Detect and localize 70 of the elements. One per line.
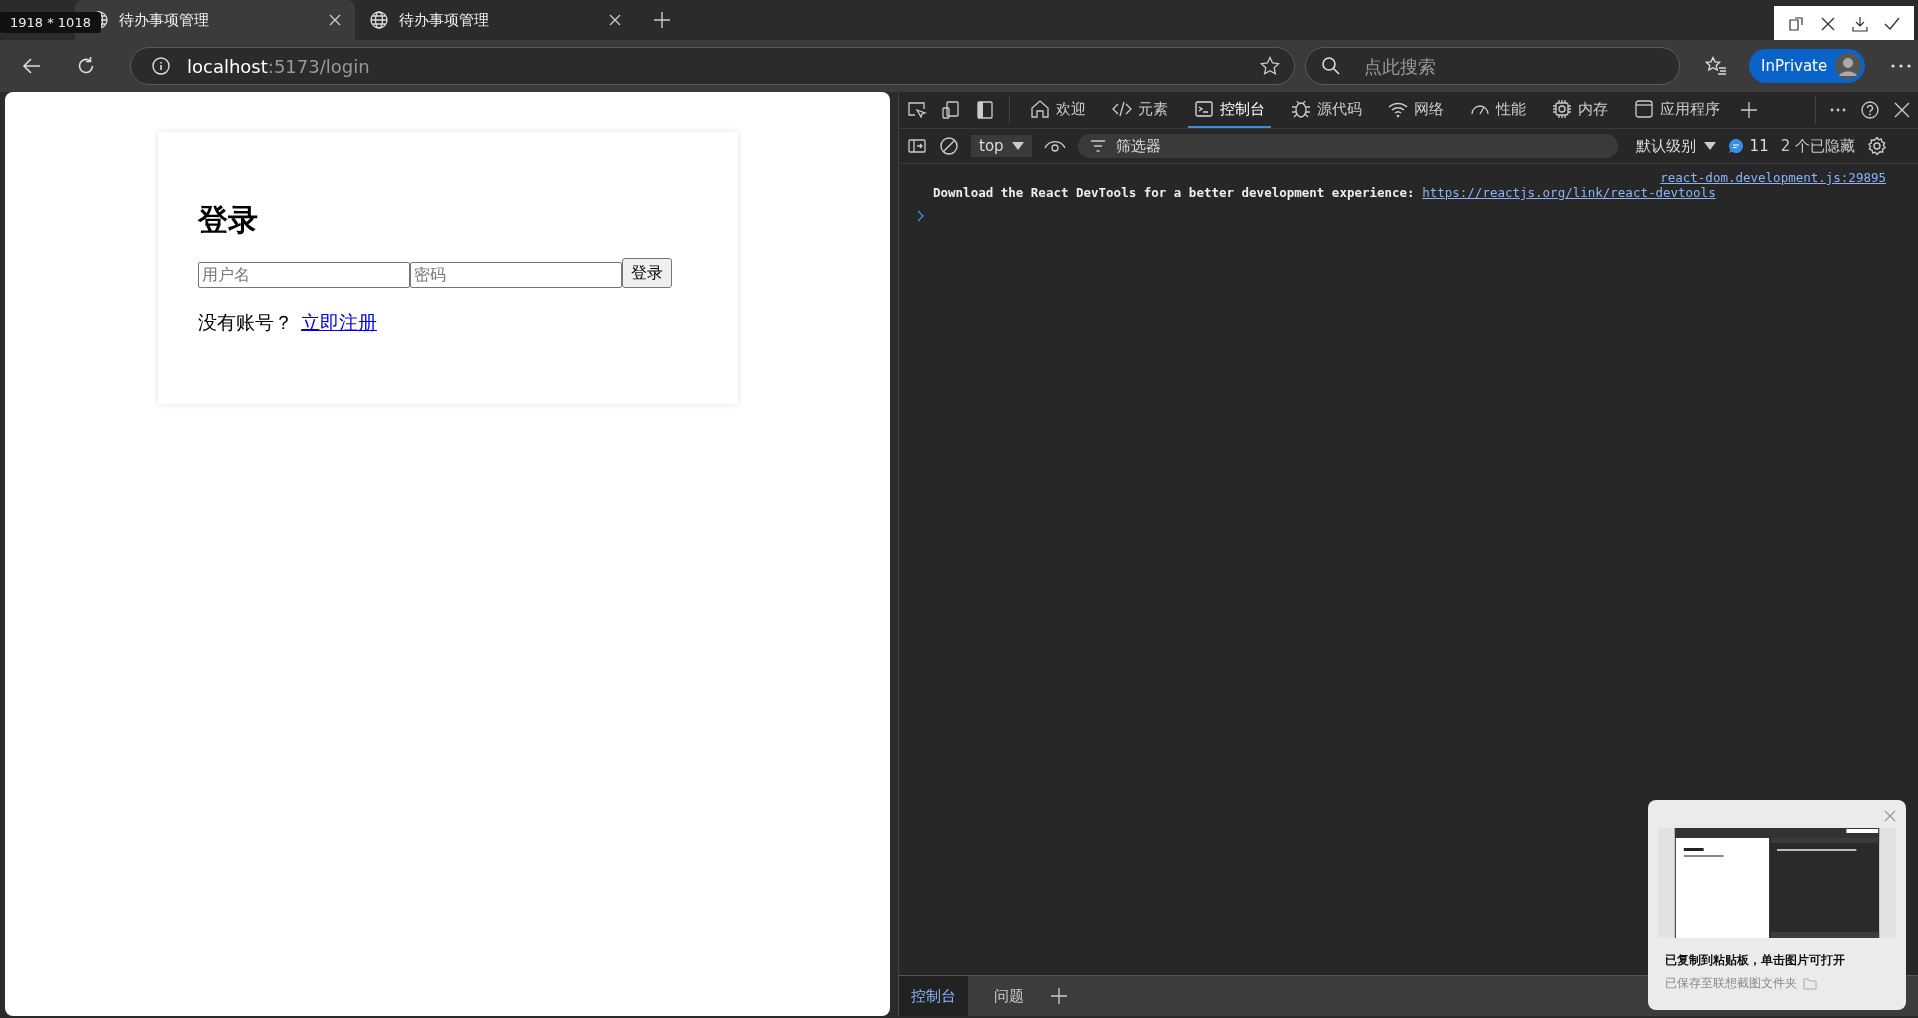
devtools-tab[interactable]: 网络 [1382,92,1450,128]
context-dropdown[interactable]: top [971,135,1032,157]
address-bar[interactable]: localhost:5173/login [130,47,1295,85]
add-tab-icon[interactable] [1050,987,1068,1005]
inprivate-button[interactable]: InPrivate [1749,49,1866,83]
chip-icon [1552,99,1572,119]
hidden-count: 2 个已隐藏 [1780,136,1855,156]
drawer-tab[interactable]: 问题 [982,976,1036,1016]
size-badge: 1918 * 1018 [0,12,101,33]
more-icon[interactable] [1830,108,1846,112]
back-icon[interactable] [22,56,42,76]
new-tab-icon[interactable] [653,11,671,29]
register-prompt: 没有账号？ [198,311,293,335]
inspect-icon[interactable] [907,100,927,120]
dock-icon[interactable] [975,100,995,120]
info-icon[interactable] [151,56,171,76]
search-field[interactable]: 点此搜索 [1305,47,1680,85]
filter-icon [1089,140,1106,152]
tab-title: 待办事项管理 [399,10,490,30]
toast-subtitle: 已保存至联想截图文件夹 [1665,975,1797,992]
message-icon [1727,138,1744,154]
login-button[interactable]: 登录 [622,258,672,288]
add-tab-icon[interactable] [1740,101,1758,119]
star-icon[interactable] [1260,56,1280,76]
devtools-tab[interactable]: 控制台 [1188,92,1271,128]
refresh-icon[interactable] [76,56,96,76]
globe-icon [369,10,389,30]
devtools-tab[interactable]: 源代码 [1285,92,1368,128]
close-icon[interactable] [1820,16,1836,32]
url-text: localhost:5173/login [187,55,371,77]
toast-title: 已复制到粘贴板，单击图片可打开 [1664,952,1846,969]
home-icon [1030,99,1050,119]
devtools-tab[interactable]: 应用程序 [1628,92,1726,128]
eye-icon[interactable] [1043,139,1066,153]
download-icon[interactable] [1852,16,1868,32]
favorites-icon[interactable] [1705,56,1727,76]
devtools-link[interactable]: https://reactjs.org/link/react-devtools [1422,185,1716,200]
prompt-chevron-icon[interactable] [917,210,925,222]
devtools-tab[interactable]: 元素 [1106,92,1174,128]
register-link[interactable]: 立即注册 [301,310,377,336]
caret-icon [1011,142,1024,150]
device-icon[interactable] [941,100,961,120]
browser-tab[interactable]: 待办事项管理 [355,0,635,40]
app-window-icon [1634,99,1654,119]
pin-icon[interactable] [1788,16,1804,32]
filter-field[interactable]: 筛选器 [1077,134,1618,158]
log-level-dropdown[interactable]: 默认级别 [1635,136,1716,156]
sidebar-icon[interactable] [907,136,927,156]
login-heading: 登录 [198,202,259,238]
console-message: Download the React DevTools for a better development experience: [933,185,1416,200]
message-count: 11 [1749,137,1769,155]
help-icon[interactable] [1860,100,1880,120]
drawer-tab[interactable]: 控制台 [899,976,968,1016]
devtools-tab[interactable]: 欢迎 [1024,92,1092,128]
clear-icon[interactable] [939,136,959,156]
source-link[interactable]: react-dom.development.js:29895 [1660,170,1886,185]
check-icon[interactable] [1884,16,1900,32]
devtools-tab[interactable]: 性能 [1464,92,1532,128]
caret-icon [1703,142,1716,150]
more-icon[interactable] [1891,64,1912,68]
code-icon [1112,99,1132,119]
console-icon [1194,99,1214,119]
tab-title: 待办事项管理 [119,10,210,30]
username-field[interactable]: 用户名 [198,262,410,288]
search-icon [1321,56,1341,76]
avatar-icon [1835,53,1862,79]
bug-icon [1291,99,1311,119]
devtools-tab[interactable]: 内存 [1546,92,1614,128]
settings-icon[interactable] [1867,136,1887,156]
password-field[interactable]: 密码 [410,262,622,288]
